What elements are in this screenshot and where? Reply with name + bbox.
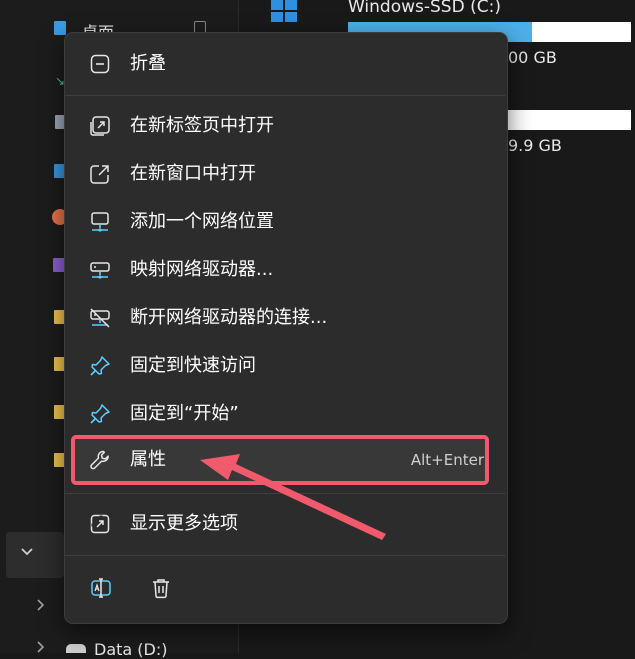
annotation-arrow [200, 454, 386, 540]
